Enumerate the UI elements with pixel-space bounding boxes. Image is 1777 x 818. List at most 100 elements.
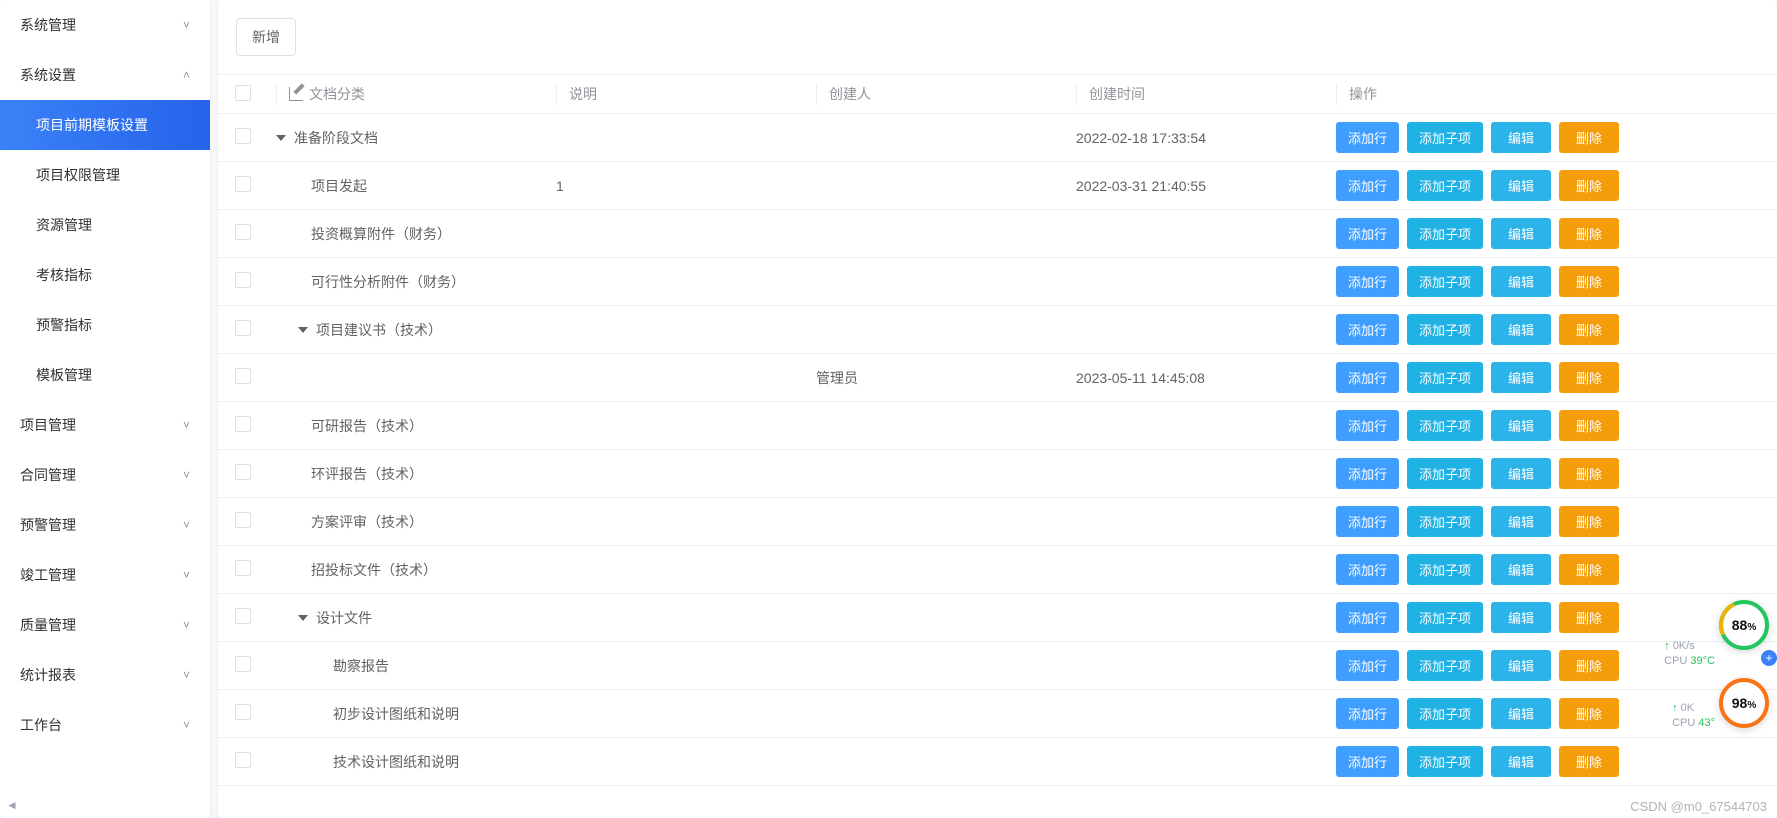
delete-button[interactable]: 删除 [1559, 362, 1619, 393]
row-checkbox[interactable] [235, 608, 251, 624]
sidebar-item[interactable]: 资源管理 [0, 200, 210, 250]
add-child-button[interactable]: 添加子项 [1407, 122, 1483, 153]
add-child-button[interactable]: 添加子项 [1407, 266, 1483, 297]
edit-button[interactable]: 编辑 [1491, 362, 1551, 393]
edit-button[interactable]: 编辑 [1491, 410, 1551, 441]
add-row-button[interactable]: 添加行 [1336, 362, 1399, 393]
row-checkbox[interactable] [235, 464, 251, 480]
menu-group-header[interactable]: 质量管理˅ [0, 600, 210, 650]
delete-button[interactable]: 删除 [1559, 218, 1619, 249]
menu-group-header[interactable]: 竣工管理˅ [0, 550, 210, 600]
add-child-button[interactable]: 添加子项 [1407, 314, 1483, 345]
row-time: 2022-02-18 17:33:54 [1068, 114, 1328, 162]
edit-button[interactable]: 编辑 [1491, 650, 1551, 681]
add-row-button[interactable]: 添加行 [1336, 746, 1399, 777]
add-child-button[interactable]: 添加子项 [1407, 698, 1483, 729]
delete-button[interactable]: 删除 [1559, 410, 1619, 441]
add-row-button[interactable]: 添加行 [1336, 602, 1399, 633]
row-checkbox[interactable] [235, 512, 251, 528]
add-child-button[interactable]: 添加子项 [1407, 554, 1483, 585]
delete-button[interactable]: 删除 [1559, 554, 1619, 585]
delete-button[interactable]: 删除 [1559, 602, 1619, 633]
add-child-button[interactable]: 添加子项 [1407, 602, 1483, 633]
add-child-button[interactable]: 添加子项 [1407, 362, 1483, 393]
edit-button[interactable]: 编辑 [1491, 506, 1551, 537]
delete-button[interactable]: 删除 [1559, 170, 1619, 201]
edit-button[interactable]: 编辑 [1491, 314, 1551, 345]
delete-button[interactable]: 删除 [1559, 746, 1619, 777]
add-row-button[interactable]: 添加行 [1336, 410, 1399, 441]
header-time[interactable]: 创建时间 [1068, 75, 1328, 114]
delete-button[interactable]: 删除 [1559, 266, 1619, 297]
add-row-button[interactable]: 添加行 [1336, 458, 1399, 489]
perf-overlay: 88% 98% [1719, 600, 1769, 728]
perf-ring-memory[interactable]: 88% [1719, 600, 1769, 650]
add-row-button[interactable]: 添加行 [1336, 506, 1399, 537]
caret-down-icon[interactable] [298, 615, 308, 621]
menu-group-header[interactable]: 合同管理˅ [0, 450, 210, 500]
header-desc[interactable]: 说明 [548, 75, 808, 114]
sidebar-item[interactable]: 项目权限管理 [0, 150, 210, 200]
row-checkbox[interactable] [235, 368, 251, 384]
row-checkbox[interactable] [235, 224, 251, 240]
row-checkbox[interactable] [235, 752, 251, 768]
add-button[interactable]: 新增 [236, 18, 296, 56]
delete-button[interactable]: 删除 [1559, 698, 1619, 729]
menu-group-header[interactable]: 系统管理˅ [0, 0, 210, 50]
add-child-button[interactable]: 添加子项 [1407, 650, 1483, 681]
add-child-button[interactable]: 添加子项 [1407, 218, 1483, 249]
menu-group-header[interactable]: 系统设置˄ [0, 50, 210, 100]
sidebar-item[interactable]: 项目前期模板设置 [0, 100, 210, 150]
delete-button[interactable]: 删除 [1559, 314, 1619, 345]
caret-down-icon[interactable] [298, 327, 308, 333]
header-creator[interactable]: 创建人 [808, 75, 1068, 114]
add-row-button[interactable]: 添加行 [1336, 554, 1399, 585]
edit-button[interactable]: 编辑 [1491, 698, 1551, 729]
menu-group-header[interactable]: 工作台˅ [0, 700, 210, 750]
edit-button[interactable]: 编辑 [1491, 554, 1551, 585]
row-checkbox[interactable] [235, 176, 251, 192]
add-row-button[interactable]: 添加行 [1336, 266, 1399, 297]
add-row-button[interactable]: 添加行 [1336, 170, 1399, 201]
add-row-button[interactable]: 添加行 [1336, 314, 1399, 345]
sidebar-item[interactable]: 考核指标 [0, 250, 210, 300]
add-row-button[interactable]: 添加行 [1336, 218, 1399, 249]
edit-button[interactable]: 编辑 [1491, 170, 1551, 201]
add-row-button[interactable]: 添加行 [1336, 650, 1399, 681]
caret-down-icon[interactable] [276, 135, 286, 141]
plus-badge[interactable]: + [1761, 650, 1777, 666]
edit-button[interactable]: 编辑 [1491, 218, 1551, 249]
row-checkbox[interactable] [235, 272, 251, 288]
sidebar-item[interactable]: 预警指标 [0, 300, 210, 350]
row-checkbox[interactable] [235, 656, 251, 672]
add-child-button[interactable]: 添加子项 [1407, 746, 1483, 777]
add-row-button[interactable]: 添加行 [1336, 698, 1399, 729]
row-checkbox[interactable] [235, 320, 251, 336]
row-checkbox[interactable] [235, 128, 251, 144]
edit-button[interactable]: 编辑 [1491, 122, 1551, 153]
edit-button[interactable]: 编辑 [1491, 458, 1551, 489]
add-child-button[interactable]: 添加子项 [1407, 170, 1483, 201]
delete-button[interactable]: 删除 [1559, 458, 1619, 489]
add-row-button[interactable]: 添加行 [1336, 122, 1399, 153]
add-child-button[interactable]: 添加子项 [1407, 410, 1483, 441]
scroll-left-icon[interactable]: ◄ [6, 798, 18, 812]
row-checkbox[interactable] [235, 704, 251, 720]
menu-group-header[interactable]: 预警管理˅ [0, 500, 210, 550]
delete-button[interactable]: 删除 [1559, 122, 1619, 153]
edit-button[interactable]: 编辑 [1491, 266, 1551, 297]
select-all-checkbox[interactable] [235, 85, 251, 101]
add-child-button[interactable]: 添加子项 [1407, 458, 1483, 489]
row-checkbox[interactable] [235, 416, 251, 432]
sidebar-item[interactable]: 模板管理 [0, 350, 210, 400]
add-child-button[interactable]: 添加子项 [1407, 506, 1483, 537]
menu-group-header[interactable]: 统计报表˅ [0, 650, 210, 700]
perf-ring-cpu[interactable]: 98% [1719, 678, 1769, 728]
menu-group-header[interactable]: 项目管理˅ [0, 400, 210, 450]
edit-button[interactable]: 编辑 [1491, 602, 1551, 633]
edit-button[interactable]: 编辑 [1491, 746, 1551, 777]
delete-button[interactable]: 删除 [1559, 650, 1619, 681]
row-checkbox[interactable] [235, 560, 251, 576]
header-name[interactable]: 文档分类 [268, 75, 548, 114]
delete-button[interactable]: 删除 [1559, 506, 1619, 537]
